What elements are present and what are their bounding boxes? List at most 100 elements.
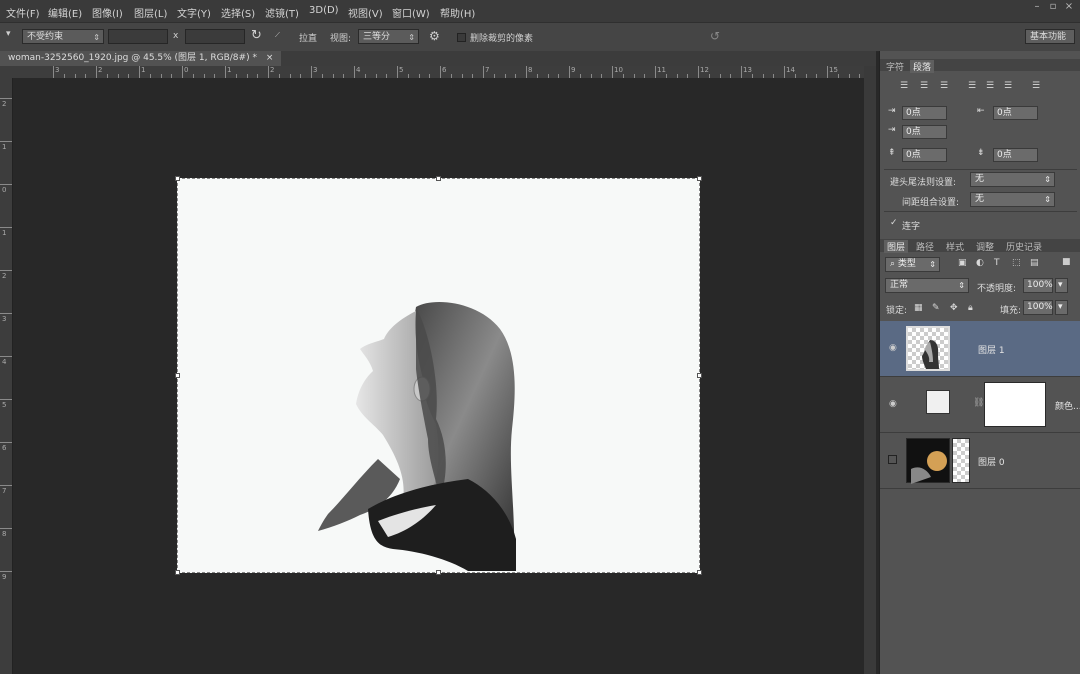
reset-icon[interactable]: ↺ — [710, 29, 720, 43]
close-window-icon[interactable]: × — [1062, 1, 1076, 13]
hyphenate-checkbox[interactable]: ✓ — [890, 218, 898, 228]
transform-handle[interactable] — [436, 570, 441, 575]
transform-handle[interactable] — [175, 373, 180, 378]
menu-edit[interactable]: 编辑(E) — [48, 5, 82, 20]
layer-row[interactable]: ◉ ⛓ 颜色... — [880, 377, 1080, 433]
ruler-tick — [483, 66, 484, 78]
align-left-icon[interactable]: ☰ — [900, 81, 908, 91]
first-line-indent-field[interactable]: 0点 — [902, 125, 947, 139]
opacity-slider-button[interactable]: ▾ — [1055, 278, 1068, 293]
menu-image[interactable]: 图像(I) — [92, 5, 123, 20]
menu-file[interactable]: 文件(F) — [6, 5, 40, 20]
align-center-icon[interactable]: ☰ — [920, 81, 928, 91]
filter-type-icon[interactable]: T — [994, 258, 1000, 268]
ruler-label: 3 — [2, 315, 7, 323]
tab-styles[interactable]: 样式 — [946, 240, 964, 253]
indent-right-field[interactable]: 0点 — [993, 106, 1038, 120]
document-tab[interactable]: woman-3252560_1920.jpg @ 45.5% (图层 1, RG… — [0, 51, 282, 66]
crop-height-input[interactable] — [185, 29, 245, 44]
filter-pixel-icon[interactable]: ▣ — [958, 258, 967, 268]
opacity-field[interactable]: 100% — [1023, 278, 1053, 293]
menu-window[interactable]: 窗口(W) — [392, 5, 430, 20]
lock-pixels-icon[interactable]: ✎ — [932, 303, 940, 313]
indent-left-field[interactable]: 0点 — [902, 106, 947, 120]
swap-dimensions-icon[interactable]: x — [173, 31, 178, 41]
justify-right-icon[interactable]: ☰ — [1004, 81, 1012, 91]
tab-layers[interactable]: 图层 — [884, 240, 909, 253]
first-line-value: 0点 — [906, 127, 921, 137]
layer-mask-thumbnail[interactable] — [984, 382, 1046, 427]
chevron-down-icon: ⇕ — [408, 33, 415, 42]
ruler-tick — [225, 66, 226, 78]
lock-all-icon[interactable]: 🔒︎ — [968, 303, 973, 313]
options-bar: ▾ 不受约束 ⇕ x ↻ ⟋ 拉直 视图: 三等分 ⇕ ⚙ 删除裁剪的像素 ↺ 基本… — [0, 22, 1080, 52]
space-after-value: 0点 — [997, 150, 1012, 160]
tab-paths[interactable]: 路径 — [916, 240, 934, 253]
visibility-checkbox[interactable] — [888, 455, 897, 464]
menu-help[interactable]: 帮助(H) — [440, 5, 475, 20]
transform-handle[interactable] — [697, 176, 702, 181]
ruler-tick — [182, 66, 183, 78]
maximize-icon[interactable]: ▫ — [1046, 1, 1060, 13]
eye-icon[interactable]: ◉ — [889, 343, 897, 353]
filter-shape-icon[interactable]: ⬚ — [1012, 258, 1021, 268]
space-before-field[interactable]: 0点 — [902, 148, 947, 162]
tab-paragraph[interactable]: 段落 — [910, 60, 935, 73]
transform-handle[interactable] — [175, 176, 180, 181]
ruler-tick — [655, 66, 656, 78]
delete-cropped-checkbox[interactable] — [457, 33, 466, 42]
menu-type[interactable]: 文字(Y) — [177, 5, 211, 20]
vertical-scrollbar[interactable] — [864, 66, 876, 674]
blend-mode-select[interactable]: 正常 ⇕ — [885, 278, 969, 293]
tool-preset-arrow-icon[interactable]: ▾ — [6, 29, 11, 39]
tab-character[interactable]: 字符 — [886, 60, 904, 73]
align-right-icon[interactable]: ☰ — [940, 81, 948, 91]
ruler-label: 4 — [2, 358, 7, 366]
search-icon: ⌕ — [890, 259, 896, 269]
layer-row-selected[interactable]: ◉ 图层 1 — [880, 321, 1080, 377]
transform-handle[interactable] — [436, 176, 441, 181]
filter-smart-object-icon[interactable]: ▤ — [1030, 258, 1039, 268]
justify-all-icon[interactable]: ☰ — [1032, 81, 1040, 91]
lock-transparent-icon[interactable]: ▦ — [914, 303, 923, 313]
mojikumi-select[interactable]: 无 ⇕ — [970, 192, 1055, 207]
transform-handle[interactable] — [175, 570, 180, 575]
right-panel: 字符 段落 ☰ ☰ ☰ ☰ ☰ ☰ ☰ ⇥ 0点 ⇤ 0点 ⇥ 0点 ⇞ 0点 … — [879, 51, 1080, 674]
ruler-label: 8 — [528, 66, 533, 74]
tab-adjustments[interactable]: 调整 — [976, 240, 994, 253]
fill-field[interactable]: 100% — [1023, 300, 1053, 315]
menu-select[interactable]: 选择(S) — [221, 5, 255, 20]
straighten-icon[interactable]: ⟋ — [275, 31, 280, 40]
menu-layer[interactable]: 图层(L) — [134, 5, 167, 20]
kinsoku-select[interactable]: 无 ⇕ — [970, 172, 1055, 187]
minimize-icon[interactable]: – — [1030, 1, 1044, 13]
transform-handle[interactable] — [697, 570, 702, 575]
tab-history[interactable]: 历史记录 — [1006, 240, 1042, 253]
eye-icon[interactable]: ◉ — [889, 399, 897, 409]
menu-filter[interactable]: 滤镜(T) — [265, 5, 299, 20]
crop-width-input[interactable] — [108, 29, 168, 44]
workspace-button[interactable]: 基本功能 — [1025, 29, 1075, 44]
filter-adjustment-icon[interactable]: ◐ — [976, 258, 984, 268]
document-canvas[interactable] — [175, 176, 702, 575]
indent-left-icon: ⇥ — [888, 106, 896, 116]
space-after-field[interactable]: 0点 — [993, 148, 1038, 162]
overlay-view-select[interactable]: 三等分 ⇕ — [358, 29, 419, 44]
menu-view[interactable]: 视图(V) — [348, 5, 383, 20]
justify-left-icon[interactable]: ☰ — [968, 81, 976, 91]
clear-icon[interactable]: ↻ — [251, 28, 262, 43]
gear-icon[interactable]: ⚙ — [429, 29, 440, 43]
vertical-ruler[interactable]: 2 1 0 1 2 3 4 5 6 7 8 9 — [0, 78, 13, 674]
transform-handle[interactable] — [697, 373, 702, 378]
layer-mask-thumbnail[interactable] — [952, 438, 970, 483]
justify-center-icon[interactable]: ☰ — [986, 81, 994, 91]
close-tab-icon[interactable]: × — [266, 53, 274, 63]
crop-ratio-select[interactable]: 不受约束 ⇕ — [22, 29, 104, 44]
link-icon[interactable]: ⛓ — [973, 398, 984, 408]
layer-filter-select[interactable]: ⌕ 类型 ⇕ — [885, 257, 940, 272]
menu-3d[interactable]: 3D(D) — [309, 5, 339, 16]
filter-toggle-icon[interactable]: ■ — [1062, 257, 1071, 267]
fill-slider-button[interactable]: ▾ — [1055, 300, 1068, 315]
layer-row[interactable]: 图层 0 — [880, 433, 1080, 489]
lock-position-icon[interactable]: ✥ — [950, 303, 958, 313]
